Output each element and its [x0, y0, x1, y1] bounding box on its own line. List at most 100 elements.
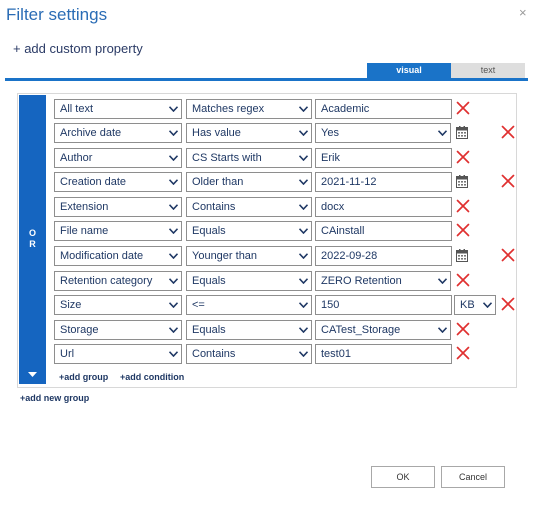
property-select-value: File name — [60, 225, 109, 237]
property-select[interactable]: Url — [54, 344, 182, 364]
value-input-text: docx — [321, 201, 345, 213]
chevron-down-icon — [169, 278, 178, 284]
property-select-value: Archive date — [60, 127, 122, 139]
delete-condition-icon[interactable] — [501, 297, 515, 311]
delete-condition-icon[interactable] — [456, 223, 470, 237]
chevron-down-icon — [169, 253, 178, 259]
operator-select-value: Equals — [192, 275, 226, 287]
condition-row-size: Size <= 150 KB — [0, 295, 534, 315]
value-select-value: ZERO Retention — [321, 275, 402, 287]
chevron-down-icon — [299, 155, 308, 161]
delete-condition-icon[interactable] — [456, 199, 470, 213]
delete-condition-icon[interactable] — [501, 125, 515, 139]
property-select-value: Size — [60, 299, 82, 311]
delete-condition-icon[interactable] — [456, 101, 470, 115]
property-select[interactable]: Modification date — [54, 246, 182, 266]
value-input[interactable]: CAinstall — [315, 221, 452, 241]
operator-select[interactable]: Older than — [186, 172, 312, 192]
chevron-down-icon — [169, 351, 178, 357]
condition-row-extension: Extension Contains docx — [0, 197, 534, 217]
caret-down-icon[interactable] — [19, 370, 46, 380]
operator-select[interactable]: Younger than — [186, 246, 312, 266]
property-select-value: Retention category — [60, 275, 153, 287]
property-select[interactable]: Retention category — [54, 271, 182, 291]
operator-select-value: Contains — [192, 201, 236, 213]
property-select[interactable]: All text — [54, 99, 182, 119]
delete-condition-icon[interactable] — [501, 174, 515, 188]
operator-select[interactable]: Matches regex — [186, 99, 312, 119]
value-input-text: 2021-11-12 — [321, 176, 377, 188]
add-group-link[interactable]: +add group — [59, 372, 108, 382]
chevron-down-icon — [299, 302, 308, 308]
chevron-down-icon — [438, 327, 447, 333]
operator-select-value: <= — [192, 299, 205, 311]
delete-condition-icon[interactable] — [501, 248, 515, 262]
value-select[interactable]: Yes — [315, 123, 451, 143]
value-input[interactable]: Academic — [315, 99, 452, 119]
value-input-text: Academic — [321, 103, 370, 115]
property-select[interactable]: Author — [54, 148, 182, 168]
value-input[interactable]: 150 — [315, 295, 452, 315]
chevron-down-icon — [299, 228, 308, 234]
add-custom-property-link[interactable]: + add custom property — [13, 41, 143, 56]
value-input-text: Erik — [321, 152, 340, 164]
operator-select[interactable]: CS Starts with — [186, 148, 312, 168]
delete-condition-icon[interactable] — [456, 273, 470, 287]
value-input-text: CAinstall — [321, 225, 365, 237]
ok-button[interactable]: OK — [371, 466, 435, 488]
chevron-down-icon — [299, 253, 308, 259]
operator-select-value: CS Starts with — [192, 152, 262, 164]
add-condition-link[interactable]: +add condition — [120, 372, 184, 382]
calendar-icon[interactable] — [456, 249, 468, 262]
operator-select[interactable]: Contains — [186, 197, 312, 217]
operator-select[interactable]: Equals — [186, 221, 312, 241]
condition-row-storage: Storage Equals CATest_Storage — [0, 320, 534, 340]
chevron-down-icon — [169, 302, 178, 308]
property-select[interactable]: Archive date — [54, 123, 182, 143]
value-input[interactable]: 2021-11-12 — [315, 172, 452, 192]
property-select-value: Creation date — [60, 176, 127, 188]
close-icon[interactable]: × — [519, 5, 527, 20]
delete-condition-icon[interactable] — [456, 150, 470, 164]
value-input[interactable]: test01 — [315, 344, 452, 364]
property-select[interactable]: File name — [54, 221, 182, 241]
operator-select[interactable]: Equals — [186, 271, 312, 291]
operator-select[interactable]: <= — [186, 295, 312, 315]
operator-select[interactable]: Has value — [186, 123, 312, 143]
property-select[interactable]: Storage — [54, 320, 182, 340]
property-select[interactable]: Extension — [54, 197, 182, 217]
value-select[interactable]: ZERO Retention — [315, 271, 451, 291]
chevron-down-icon — [299, 106, 308, 112]
condition-row-retention-category: Retention category Equals ZERO Retention — [0, 271, 534, 291]
tab-underline — [5, 78, 528, 81]
operator-select-value: Matches regex — [192, 103, 265, 115]
condition-row-archive-date: Archive date Has value Yes — [0, 123, 534, 143]
value-input-text: 2022-09-28 — [321, 250, 378, 262]
operator-select-value: Equals — [192, 324, 226, 336]
chevron-down-icon — [299, 327, 308, 333]
property-select[interactable]: Size — [54, 295, 182, 315]
chevron-down-icon — [169, 204, 178, 210]
calendar-icon[interactable] — [456, 126, 468, 139]
chevron-down-icon — [299, 278, 308, 284]
dialog-title: Filter settings — [6, 5, 108, 24]
value-select[interactable]: CATest_Storage — [315, 320, 451, 340]
condition-row-file-name: File name Equals CAinstall — [0, 221, 534, 241]
unit-select[interactable]: KB — [454, 295, 496, 315]
value-input[interactable]: 2022-09-28 — [315, 246, 452, 266]
delete-condition-icon[interactable] — [456, 346, 470, 360]
chevron-down-icon — [438, 130, 447, 136]
property-select[interactable]: Creation date — [54, 172, 182, 192]
operator-select[interactable]: Equals — [186, 320, 312, 340]
value-input[interactable]: Erik — [315, 148, 452, 168]
tab-visual[interactable]: visual — [367, 63, 451, 78]
tab-text[interactable]: text — [451, 63, 525, 78]
operator-select[interactable]: Contains — [186, 344, 312, 364]
calendar-icon[interactable] — [456, 175, 468, 188]
cancel-button[interactable]: Cancel — [441, 466, 505, 488]
delete-condition-icon[interactable] — [456, 322, 470, 336]
value-input[interactable]: docx — [315, 197, 452, 217]
chevron-down-icon — [483, 302, 492, 308]
unit-select-value: KB — [460, 299, 475, 311]
add-new-group-link[interactable]: +add new group — [20, 393, 89, 403]
